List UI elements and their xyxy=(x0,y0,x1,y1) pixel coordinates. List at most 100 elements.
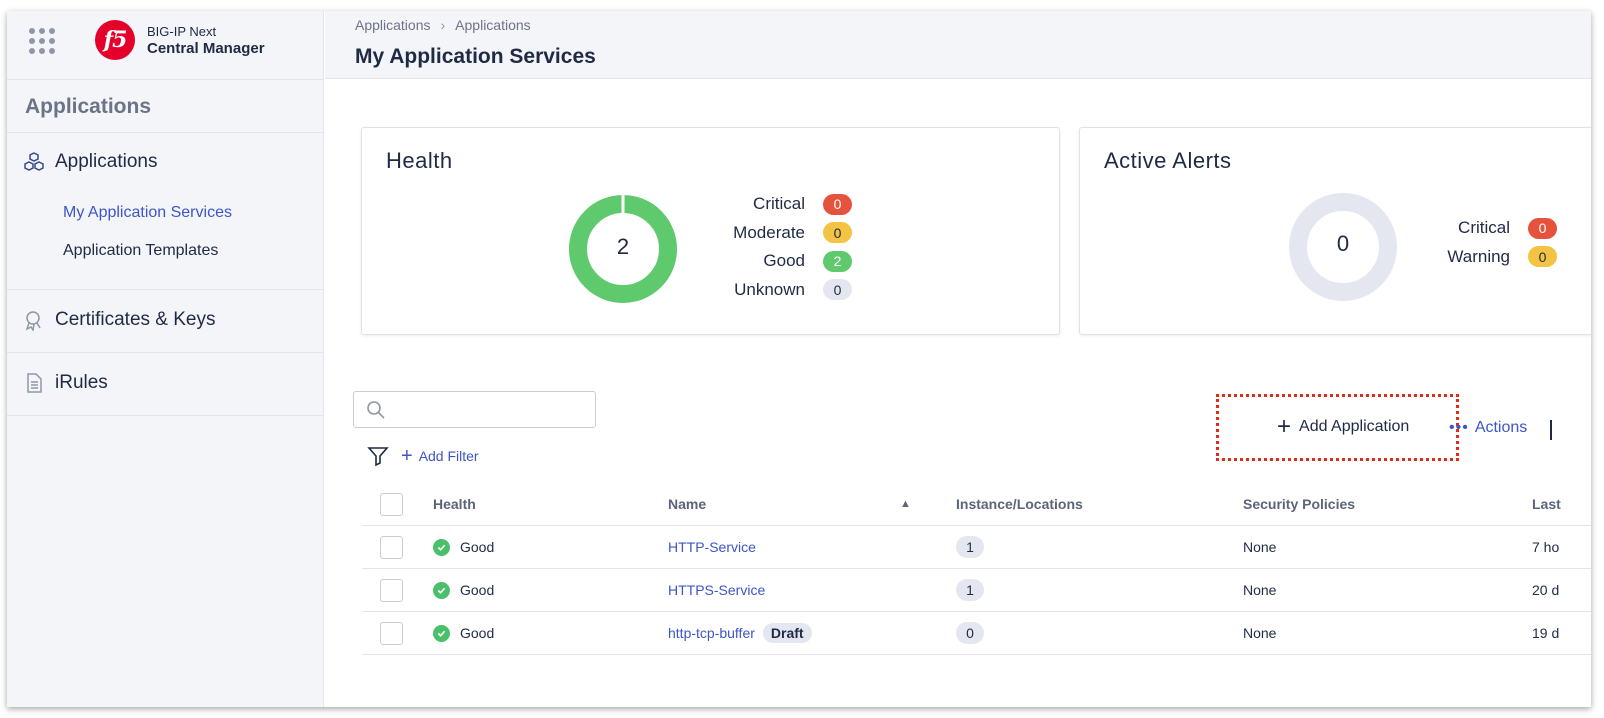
draft-badge: Draft xyxy=(762,623,812,643)
breadcrumb-item[interactable]: Applications xyxy=(355,17,431,33)
more-dots-icon: ••• xyxy=(1449,419,1469,436)
add-filter-button[interactable]: + Add Filter xyxy=(401,445,479,467)
alerts-total: 0 xyxy=(1336,231,1350,256)
application-name-link[interactable]: HTTPS-Service xyxy=(668,569,765,611)
health-status: Good xyxy=(460,625,495,641)
status-badge: 0 xyxy=(1528,217,1557,239)
plus-icon: + xyxy=(401,445,413,467)
health-legend: Critical 0 Moderate 0 Good 2 Unknown 0 xyxy=(682,190,852,304)
product-name: BIG-IP Next Central Manager xyxy=(147,23,265,57)
sidebar-item-applications[interactable]: Applications xyxy=(23,151,157,173)
chevron-right-icon: › xyxy=(440,17,446,33)
legend-label: Critical xyxy=(753,194,805,214)
status-badge: 0 xyxy=(823,279,852,301)
sidebar: f5 BIG-IP Next Central Manager Applicati… xyxy=(7,11,324,707)
add-application-button[interactable]: + Add Application xyxy=(1277,413,1410,440)
instance-count-badge[interactable]: 0 xyxy=(956,622,984,644)
search-icon xyxy=(367,401,385,419)
health-card: Health 2 Critical 0 Moderate 0 Good 2 Un… xyxy=(361,127,1060,335)
legend-row-good: Good 2 xyxy=(682,247,852,276)
actions-label: Actions xyxy=(1474,419,1528,436)
health-total: 2 xyxy=(616,234,630,259)
status-badge: 0 xyxy=(823,193,852,215)
cubes-icon xyxy=(24,152,44,171)
legend-row-critical: Critical 0 xyxy=(682,190,852,219)
product-line2: Central Manager xyxy=(147,40,265,57)
status-badge: 0 xyxy=(1528,246,1557,268)
last-updated-value: 20 d xyxy=(1532,582,1560,598)
alerts-card-title: Active Alerts xyxy=(1104,148,1232,173)
add-application-label: Add Application xyxy=(1299,418,1410,435)
check-circle-icon xyxy=(433,538,450,556)
check-circle-icon xyxy=(433,581,450,599)
status-badge: 2 xyxy=(823,250,852,272)
check-circle-icon xyxy=(433,624,450,642)
legend-row-unknown: Unknown 0 xyxy=(682,276,852,305)
sidebar-item-certificates[interactable]: Certificates & Keys xyxy=(23,309,216,331)
status-badge: 0 xyxy=(823,222,852,244)
toolbar-divider xyxy=(1550,420,1552,440)
plus-icon: + xyxy=(1277,413,1292,440)
breadcrumb: Applications › Applications xyxy=(355,17,531,33)
instance-count-badge[interactable]: 1 xyxy=(956,536,984,558)
legend-row-warning: Warning 0 xyxy=(1430,243,1570,272)
application-name-link[interactable]: HTTP-Service xyxy=(668,526,756,568)
sidebar-subitem-application-templates[interactable]: Application Templates xyxy=(63,242,218,260)
f5-logo: f5 xyxy=(95,20,135,60)
last-updated-value: 19 d xyxy=(1532,625,1560,641)
table-row[interactable]: Good http-tcp-buffer Draft 0 None 19 d xyxy=(362,612,1591,655)
sort-ascending-icon[interactable]: ▲ xyxy=(900,483,911,525)
table-header-row: Health Name ▲ Instance/Locations Securit… xyxy=(362,483,1591,526)
document-icon xyxy=(27,373,42,393)
sidebar-item-label: Certificates & Keys xyxy=(55,309,216,330)
page-header: Applications › Applications My Applicati… xyxy=(325,11,1591,79)
sidebar-heading: Applications xyxy=(25,95,152,118)
row-checkbox[interactable] xyxy=(380,535,403,559)
sidebar-item-label: Applications xyxy=(55,151,158,172)
legend-label: Moderate xyxy=(733,222,805,242)
security-policies-value: None xyxy=(1243,539,1277,555)
table-row[interactable]: Good HTTPS-Service 1 None 20 d xyxy=(362,569,1591,612)
alerts-legend: Critical 0 Warning 0 xyxy=(1430,214,1570,271)
page-title: My Application Services xyxy=(355,45,596,68)
legend-label: Unknown xyxy=(734,279,805,299)
sidebar-item-irules[interactable]: iRules xyxy=(23,372,108,394)
search-input[interactable] xyxy=(353,391,596,428)
app-launcher-icon[interactable] xyxy=(29,28,55,54)
column-header-security[interactable]: Security Policies xyxy=(1243,483,1355,525)
add-filter-label: Add Filter xyxy=(418,448,479,464)
last-updated-value: 7 ho xyxy=(1532,539,1560,555)
filter-row: + Add Filter xyxy=(367,445,479,467)
row-checkbox[interactable] xyxy=(380,621,403,645)
health-status: Good xyxy=(460,582,495,598)
certificate-icon xyxy=(25,311,41,331)
filter-icon[interactable] xyxy=(367,445,389,467)
product-line1: BIG-IP Next xyxy=(147,24,217,39)
add-application-highlight: + Add Application xyxy=(1216,394,1459,461)
actions-button[interactable]: ••• Actions xyxy=(1449,419,1527,437)
breadcrumb-item[interactable]: Applications xyxy=(455,17,531,33)
app-window: f5 BIG-IP Next Central Manager Applicati… xyxy=(7,11,1591,707)
legend-label: Critical xyxy=(1458,218,1510,238)
column-header-name[interactable]: Name xyxy=(668,483,706,525)
select-all-checkbox[interactable] xyxy=(380,492,403,516)
legend-label: Good xyxy=(763,251,805,271)
column-header-instances[interactable]: Instance/Locations xyxy=(956,483,1083,525)
legend-label: Warning xyxy=(1447,246,1510,266)
row-checkbox[interactable] xyxy=(380,578,403,602)
security-policies-value: None xyxy=(1243,582,1277,598)
sidebar-item-label: iRules xyxy=(55,372,108,393)
legend-row-moderate: Moderate 0 xyxy=(682,219,852,248)
health-status: Good xyxy=(460,539,495,555)
table-row[interactable]: Good HTTP-Service 1 None 7 ho xyxy=(362,526,1591,569)
instance-count-badge[interactable]: 1 xyxy=(956,579,984,601)
application-name-link[interactable]: http-tcp-buffer xyxy=(668,625,755,641)
sidebar-subitem-my-application-services[interactable]: My Application Services xyxy=(63,204,232,222)
health-card-title: Health xyxy=(386,148,453,173)
column-header-last[interactable]: Last xyxy=(1532,483,1561,525)
column-header-health[interactable]: Health xyxy=(433,483,476,525)
security-policies-value: None xyxy=(1243,625,1277,641)
alerts-card: Active Alerts 0 Critical 0 Warning 0 xyxy=(1079,127,1591,335)
main-content: Applications › Applications My Applicati… xyxy=(325,11,1591,707)
brand-bar: f5 BIG-IP Next Central Manager xyxy=(7,11,324,79)
